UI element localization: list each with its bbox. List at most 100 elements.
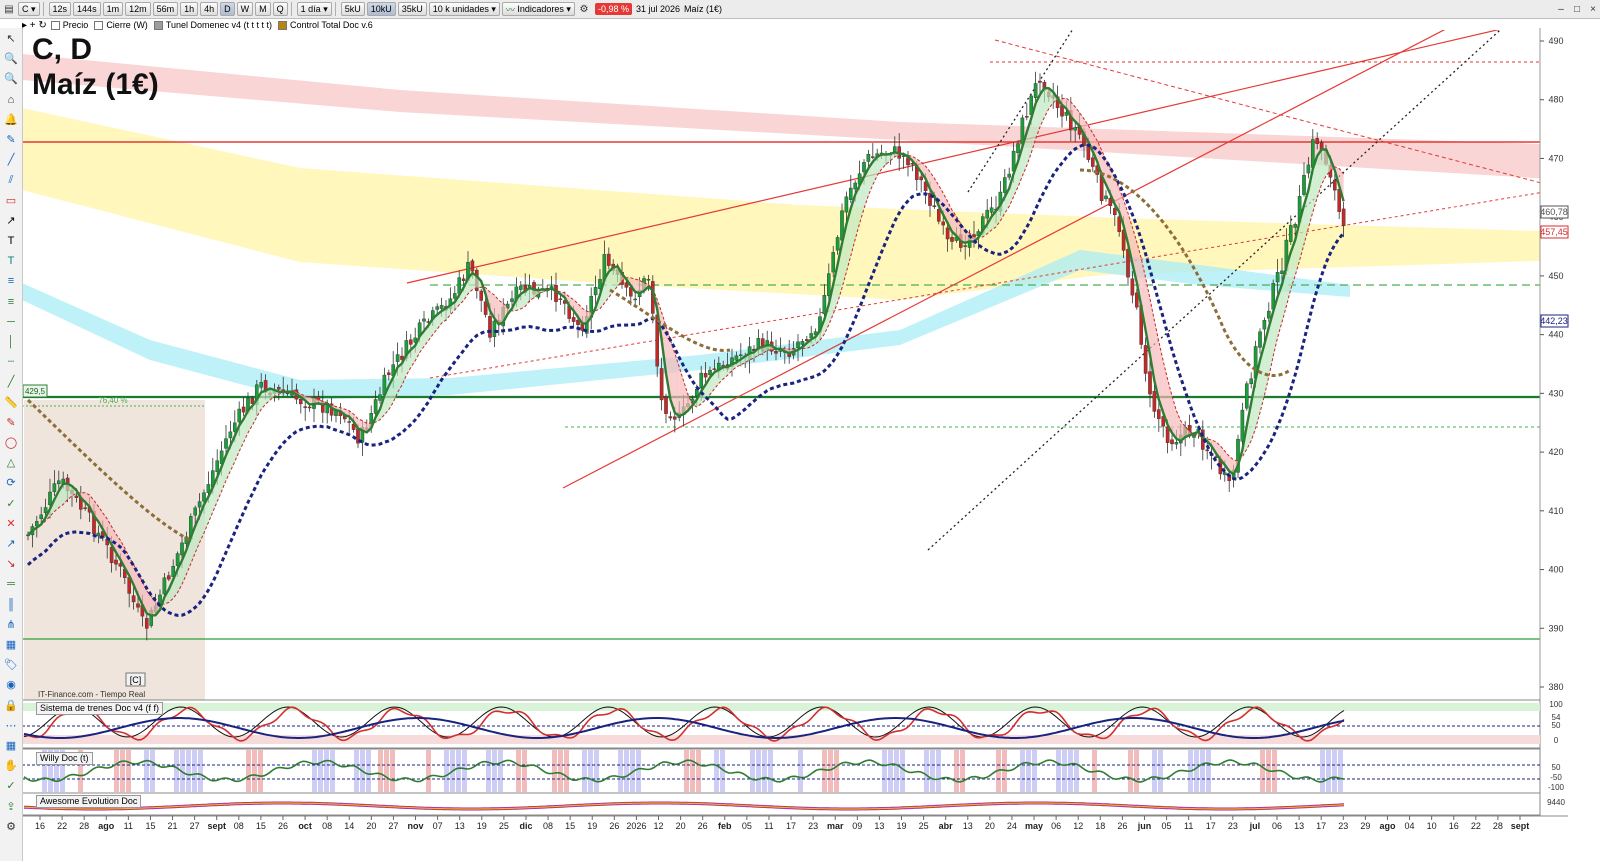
candlestick[interactable] (1007, 167, 1011, 181)
candle-body (862, 162, 866, 173)
unit-button-5ku[interactable]: 5kU (340, 2, 365, 16)
symbol-select[interactable]: C ▾ (18, 2, 40, 16)
willy-bar (1338, 750, 1343, 792)
hline2-icon[interactable]: ═ (3, 577, 19, 591)
zoom-out-icon[interactable]: 🔍 (3, 72, 19, 86)
candlestick[interactable] (479, 288, 484, 312)
fib-icon[interactable]: ≡ (3, 274, 19, 288)
timeframe-button-144s[interactable]: 144s (73, 2, 101, 16)
chart-canvas[interactable]: 490480470460450440430420410400390380460,… (0, 0, 1600, 861)
fib-alt-icon[interactable]: ≡ (3, 295, 19, 309)
maximize-icon[interactable]: □ (1570, 2, 1584, 16)
export-icon[interactable]: ⇪ (3, 800, 19, 814)
candlestick[interactable] (303, 400, 308, 421)
minimize-icon[interactable]: – (1554, 2, 1568, 16)
top-toolbar: ▤ C ▾ 12s 144s 1m 12m 56m 1h 4h D W M Q 1 día ▾ 5k… (0, 0, 1600, 19)
bell-icon[interactable]: 🔔 (3, 113, 19, 127)
candlestick[interactable] (664, 393, 668, 424)
line-icon[interactable]: ╱ (3, 153, 19, 167)
check-icon[interactable]: ✓ (3, 497, 19, 511)
pane-label-trenes[interactable]: Sistema de trenes Doc v4 (f f) (36, 702, 164, 715)
calendar-icon[interactable]: ▦ (3, 739, 19, 753)
timeframe-button-1m[interactable]: 1m (102, 2, 124, 16)
trend-up-icon[interactable]: ↗ (3, 537, 19, 551)
candlestick[interactable] (1258, 328, 1262, 354)
candlestick[interactable] (589, 287, 593, 330)
pitchfork-icon[interactable]: ⋔ (3, 618, 19, 632)
candlestick[interactable] (387, 369, 391, 381)
period-select[interactable]: 1 día ▾ (296, 2, 332, 16)
trend-down-icon[interactable]: ↘ (3, 557, 19, 571)
close-icon[interactable]: × (1586, 2, 1600, 16)
settings-icon[interactable]: ⚙ (3, 820, 19, 834)
legend-item[interactable]: Tunel Domenec v4 (t t t t t) (153, 20, 272, 30)
cursor-icon[interactable]: ↖ (3, 32, 19, 46)
indicators-button[interactable]: 〰 Indicadores ▾ (501, 2, 575, 16)
timeframe-button-q[interactable]: Q (272, 2, 288, 16)
legend-controls[interactable]: ▸ + ↻ (22, 20, 47, 31)
brush-icon[interactable]: ✎ (3, 416, 19, 430)
timeframe-button-w[interactable]: W (236, 2, 254, 16)
eye-icon[interactable]: ◉ (3, 678, 19, 692)
candlestick[interactable] (668, 411, 673, 421)
hline-dash-icon[interactable]: ┄ (3, 355, 19, 369)
timeframe-button-d[interactable]: D (220, 2, 235, 16)
pane-label-willy[interactable]: Willy Doc (t) (36, 752, 93, 765)
magnet-icon[interactable]: ⌂ (3, 93, 19, 107)
dots-icon[interactable]: ⋯ (3, 719, 19, 733)
candle-body (180, 542, 184, 556)
ruler-icon[interactable]: 📏 (3, 396, 19, 410)
gann-icon[interactable]: ▦ (3, 638, 19, 652)
text-alt-icon[interactable]: T (3, 254, 19, 268)
timeframe-button-12s[interactable]: 12s (48, 2, 72, 16)
legend-item[interactable]: Control Total Doc v.6 (278, 20, 373, 30)
candlestick[interactable] (1302, 162, 1306, 197)
hline-icon[interactable]: ─ (3, 315, 19, 329)
candlestick[interactable] (1244, 381, 1249, 411)
timeframe-button-56m[interactable]: 56m (152, 2, 179, 16)
candlestick[interactable] (871, 143, 875, 160)
main-price-pane[interactable] (22, 0, 1568, 700)
channel-icon[interactable]: ⫽ (3, 173, 19, 187)
vline-icon[interactable]: │ (3, 335, 19, 349)
menu-icon[interactable]: ▤ (2, 2, 16, 16)
timeframe-button-4h[interactable]: 4h (200, 2, 219, 16)
candlestick[interactable] (422, 310, 426, 330)
zoom-icon[interactable]: 🔍 (3, 52, 19, 66)
candlestick[interactable] (241, 396, 246, 417)
vline2-icon[interactable]: ║ (3, 598, 19, 612)
label-icon[interactable]: 🏷 (3, 658, 19, 672)
time-tick-label: 28 (1493, 821, 1503, 831)
instrument-label: Maíz (1€) (684, 4, 723, 14)
unit-button-35ku[interactable]: 35kU (397, 2, 427, 16)
delete-icon[interactable]: ✕ (3, 517, 19, 531)
candlestick[interactable] (558, 295, 563, 305)
unit-button-10ku[interactable]: 10kU (366, 2, 396, 16)
timeframe-button-1h[interactable]: 1h (180, 2, 199, 16)
legend-item[interactable]: Precio (50, 20, 88, 30)
pane-label-awesome[interactable]: Awesome Evolution Doc (36, 795, 142, 808)
candlestick[interactable] (1236, 434, 1240, 478)
settings-icon[interactable]: ⚙ (577, 2, 591, 16)
candlestick[interactable] (769, 331, 774, 355)
candlestick[interactable] (1104, 190, 1108, 202)
legend-item[interactable]: Cierre (W) (94, 20, 148, 30)
candlestick[interactable] (1249, 372, 1253, 389)
lock-icon[interactable]: 🔒 (3, 699, 19, 713)
text-icon[interactable]: T (3, 234, 19, 248)
legend-swatch (94, 20, 104, 30)
triangle-icon[interactable]: △ (3, 456, 19, 470)
hand-icon[interactable]: ✋ (3, 759, 19, 773)
pencil-icon[interactable]: ✎ (3, 133, 19, 147)
arrow-icon[interactable]: ↗ (3, 214, 19, 228)
candlestick[interactable] (1143, 337, 1148, 382)
ellipse-icon[interactable]: ◯ (3, 436, 19, 450)
units-select[interactable]: 10 k unidades ▾ (428, 2, 500, 16)
check2-icon[interactable]: ✓ (3, 779, 19, 793)
cycle-icon[interactable]: ⟳ (3, 476, 19, 490)
timeframe-button-m[interactable]: M (255, 2, 271, 16)
rectangle-icon[interactable]: ▭ (3, 194, 19, 208)
ray-icon[interactable]: ╱ (3, 375, 19, 389)
candlestick[interactable] (1024, 103, 1029, 121)
timeframe-button-12m[interactable]: 12m (125, 2, 151, 16)
